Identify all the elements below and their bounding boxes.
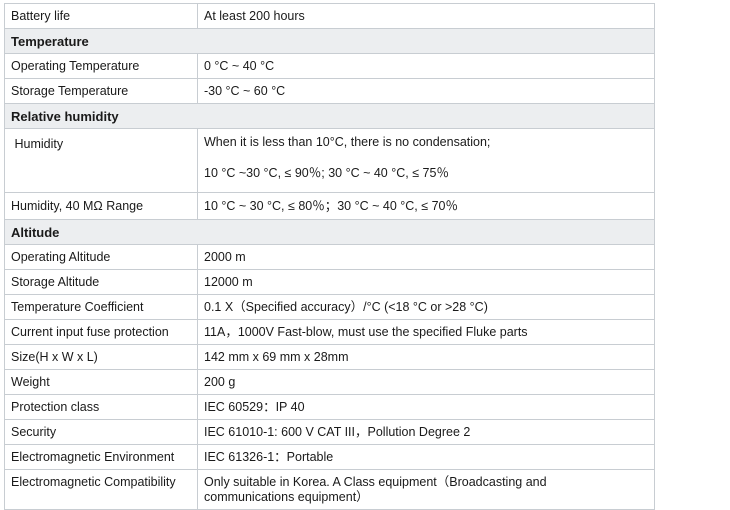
row-label: Storage Temperature: [4, 78, 198, 104]
row-label: Security: [4, 419, 198, 445]
table-row: Temperature Coefficient 0.1 X（Specified …: [4, 294, 655, 320]
row-label: Humidity, 40 MΩ Range: [4, 192, 198, 220]
table-row: Electromagnetic Environment IEC 61326-1：…: [4, 444, 655, 470]
row-label: Protection class: [4, 394, 198, 420]
row-value: 2000 m: [197, 244, 655, 270]
spec-table: Battery life At least 200 hours Temperat…: [4, 3, 655, 510]
table-row: Battery life At least 200 hours: [4, 3, 655, 29]
row-label: Weight: [4, 369, 198, 395]
table-row: Operating Temperature 0 °C ~ 40 °C: [4, 53, 655, 79]
section-header: Temperature: [4, 28, 655, 54]
row-label: Temperature Coefficient: [4, 294, 198, 320]
row-label: Size(H x W x L): [4, 344, 198, 370]
row-value: 0.1 X（Specified accuracy）/°C (<18 °C or …: [197, 294, 655, 320]
section-title: Relative humidity: [4, 103, 655, 129]
section-title: Altitude: [4, 219, 655, 245]
table-row: Size(H x W x L) 142 mm x 69 mm x 28mm: [4, 344, 655, 370]
row-value: 142 mm x 69 mm x 28mm: [197, 344, 655, 370]
table-row: Storage Altitude 12000 m: [4, 269, 655, 295]
row-value: IEC 60529：IP 40: [197, 394, 655, 420]
row-value: -30 °C ~ 60 °C: [197, 78, 655, 104]
value-line: 10 °C ~30 °C, ≤ 90％; 30 °C ~ 40 °C, ≤ 75…: [204, 166, 449, 180]
table-row: Operating Altitude 2000 m: [4, 244, 655, 270]
table-row: Electromagnetic Compatibility Only suita…: [4, 469, 655, 510]
row-label: Battery life: [4, 3, 198, 29]
row-value: IEC 61326-1：Portable: [197, 444, 655, 470]
table-row: Weight 200 g: [4, 369, 655, 395]
row-value: 0 °C ~ 40 °C: [197, 53, 655, 79]
section-header: Relative humidity: [4, 103, 655, 129]
row-label: Current input fuse protection: [4, 319, 198, 345]
row-value: IEC 61010-1: 600 V CAT III，Pollution Deg…: [197, 419, 655, 445]
row-value: At least 200 hours: [197, 3, 655, 29]
section-header: Altitude: [4, 219, 655, 245]
row-label: Electromagnetic Environment: [4, 444, 198, 470]
row-value: 12000 m: [197, 269, 655, 295]
row-label: Operating Temperature: [4, 53, 198, 79]
table-row: Humidity When it is less than 10°C, ther…: [4, 128, 655, 193]
row-value: Only suitable in Korea. A Class equipmen…: [197, 469, 655, 510]
row-label: Humidity: [4, 128, 198, 193]
row-value: 10 °C ~ 30 °C, ≤ 80％；30 °C ~ 40 °C, ≤ 70…: [197, 192, 655, 220]
row-label: Operating Altitude: [4, 244, 198, 270]
section-title: Temperature: [4, 28, 655, 54]
table-row: Current input fuse protection 11A，1000V …: [4, 319, 655, 345]
table-row: Storage Temperature -30 °C ~ 60 °C: [4, 78, 655, 104]
row-label: Electromagnetic Compatibility: [4, 469, 198, 510]
value-line: communications equipment）: [204, 490, 369, 504]
value-line: When it is less than 10°C, there is no c…: [204, 135, 491, 149]
table-row: Protection class IEC 60529：IP 40: [4, 394, 655, 420]
value-line: Only suitable in Korea. A Class equipmen…: [204, 475, 547, 489]
row-value: 200 g: [197, 369, 655, 395]
row-label: Storage Altitude: [4, 269, 198, 295]
row-value: 11A，1000V Fast-blow, must use the specif…: [197, 319, 655, 345]
row-value: When it is less than 10°C, there is no c…: [197, 128, 655, 193]
table-row: Security IEC 61010-1: 600 V CAT III，Poll…: [4, 419, 655, 445]
table-row: Humidity, 40 MΩ Range 10 °C ~ 30 °C, ≤ 8…: [4, 192, 655, 220]
